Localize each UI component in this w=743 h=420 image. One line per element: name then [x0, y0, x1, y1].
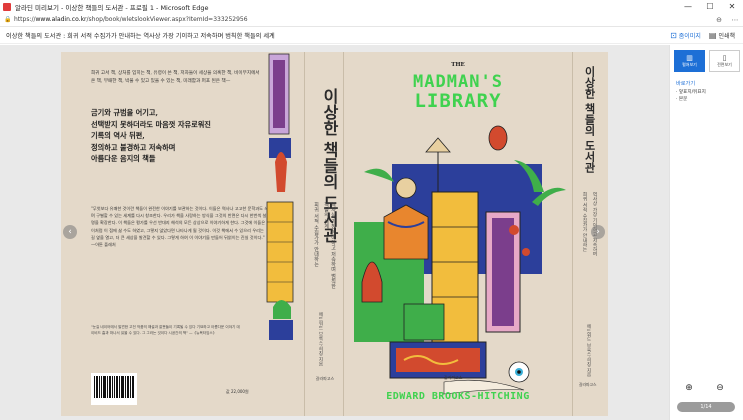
flap-title: 이상한 책들의 도서관	[583, 66, 596, 173]
full-view-label: 전면보기	[717, 62, 732, 67]
barcode-icon	[91, 373, 137, 405]
front-title-line2: LIBRARY	[414, 90, 502, 112]
flap-author: 에드워드 브룩스-히칭 지음	[586, 324, 591, 377]
spread-view-label: 펼쳐보기	[682, 62, 697, 67]
spread-view-icon: ▥	[686, 54, 693, 62]
prev-page-button[interactable]: ‹	[63, 225, 77, 239]
book-spine: 이상한 책들의 도서관 희귀 서적 수집가가 안내하는 역사상 가장 기이하고 …	[304, 52, 344, 416]
spine-subtitle-2: 역사상 가장 기이하고 저속하며 범칙한 책들의 세계	[323, 202, 336, 289]
next-page-button[interactable]: ›	[591, 225, 605, 239]
zoom-in-button[interactable]: ⊕	[683, 382, 695, 394]
url-field[interactable]: https://www.aladin.co.kr/shop/book/wlets…	[14, 16, 711, 23]
window-title: 알라딘 미리보기 - 이상한 책들의 도서관 - 프로필 1 - Microso…	[15, 3, 209, 12]
lock-icon: 🔒	[4, 16, 12, 23]
book-viewer: 희귀 고서 책, 상처를 입히는 책, 유령이 쓴 책, 저자들이 세상을 의혹…	[0, 45, 669, 420]
toc-item-cover[interactable]: · 앞표지/뒤표지	[676, 89, 706, 95]
back-headline: 금기와 규범을 어기고, 선택받지 못하더라도 마음껏 자유로워진 기록의 역사…	[91, 108, 211, 163]
toc-title: 바로가기	[676, 81, 696, 87]
maximize-button[interactable]: ☐	[699, 0, 721, 13]
spine-author: 에드워드 브룩스-히칭 지음	[318, 312, 323, 366]
book-icon: ▤	[708, 30, 717, 40]
price-label: 값 22,000원	[226, 389, 249, 394]
flap-subtitle: 희귀 서적 수집가가 안내하는	[582, 192, 587, 252]
back-credits: "눈길 네이어에서 발견한 고전 작품의 해설과 잘못들이 기록될 수 있다 기…	[91, 325, 240, 335]
url-host: www.aladin.co.kr	[35, 16, 87, 23]
page-header: 이상한 책들의 도서관 : 희귀 서적 수집가가 안내하는 역사상 가장 기이하…	[0, 27, 743, 44]
address-bar[interactable]: 🔒 https://www.aladin.co.kr/shop/book/wle…	[0, 13, 743, 27]
window-titlebar: 알라딘 미리보기 - 이상한 책들의 도서관 - 프로필 1 - Microso…	[0, 0, 743, 13]
spine-subtitle: 희귀 서적 수집가가 안내하는	[313, 202, 319, 267]
zoom-image-label: 줌이미지	[678, 32, 701, 40]
back-intro-text: 희귀 고서 책, 상처를 입히는 책, 유령이 쓴 책, 저자들이 세상을 의혹…	[91, 71, 260, 84]
more-icon[interactable]: ⋯	[727, 16, 743, 24]
flap-publisher: 갈라파고스	[579, 382, 597, 387]
book-cover-spread: 희귀 고서 책, 상처를 입히는 책, 유령이 쓴 책, 저자들이 세상을 의혹…	[61, 52, 608, 416]
toc-item-body[interactable]: · 본문	[676, 96, 687, 102]
minimize-button[interactable]: —	[677, 0, 699, 13]
flap-subtitle-2: 역사상 가장 기이하고 저속하며	[592, 192, 597, 257]
page-title: 이상한 책들의 도서관 : 희귀 서적 수집가가 안내하는 역사상 가장 기이하…	[6, 32, 275, 40]
spread-view-button[interactable]: ▥ 펼쳐보기	[674, 50, 705, 72]
page-indicator: 1/14	[677, 402, 735, 412]
back-cover: 희귀 고서 책, 상처를 입히는 책, 유령이 쓴 책, 저자들이 세상을 의혹…	[61, 52, 304, 416]
zoom-out-button[interactable]: ⊖	[714, 382, 726, 394]
view-mode-buttons: ▥ 펼쳐보기 ▯ 전면보기	[674, 50, 740, 72]
url-path: /shop/book/wletslookViewer.aspx?ItemId=3…	[86, 16, 248, 23]
front-publisher: 갈라파고스	[444, 375, 463, 380]
magnifier-icon: ⊡	[670, 30, 677, 40]
front-cover: THE MADMAN'S LIBRARY 갈라파고스 EDWARD BROOKS…	[344, 52, 572, 416]
front-the: THE	[451, 62, 465, 68]
back-shelf-illustration	[266, 53, 294, 340]
side-panel: ▥ 펼쳐보기 ▯ 전면보기 바로가기 · 앞표지/뒤표지 · 본문 ⊕ ⊖ 1/…	[669, 45, 743, 420]
close-button[interactable]: ✕	[721, 0, 743, 13]
full-view-icon: ▯	[722, 54, 727, 62]
spine-publisher: 갈라파고스	[315, 376, 335, 381]
front-author: EDWARD BROOKS-HITCHING	[386, 391, 530, 402]
back-quote: "무엇보다 유쾌한 것이란 책들이 완전한 이야기를 보관하는 것이다. 이들은…	[91, 206, 269, 248]
print-button[interactable]: ▤ 인쇄책	[709, 31, 735, 40]
print-label: 인쇄책	[718, 32, 735, 40]
zoom-image-button[interactable]: ⊡ 줌이미지	[670, 31, 701, 40]
full-view-button[interactable]: ▯ 전면보기	[709, 50, 740, 72]
front-title-line1: MADMAN'S	[413, 72, 503, 92]
app-icon	[3, 2, 11, 11]
url-prefix: https://	[14, 16, 36, 23]
zoom-out-icon[interactable]: ⊖	[711, 16, 727, 24]
